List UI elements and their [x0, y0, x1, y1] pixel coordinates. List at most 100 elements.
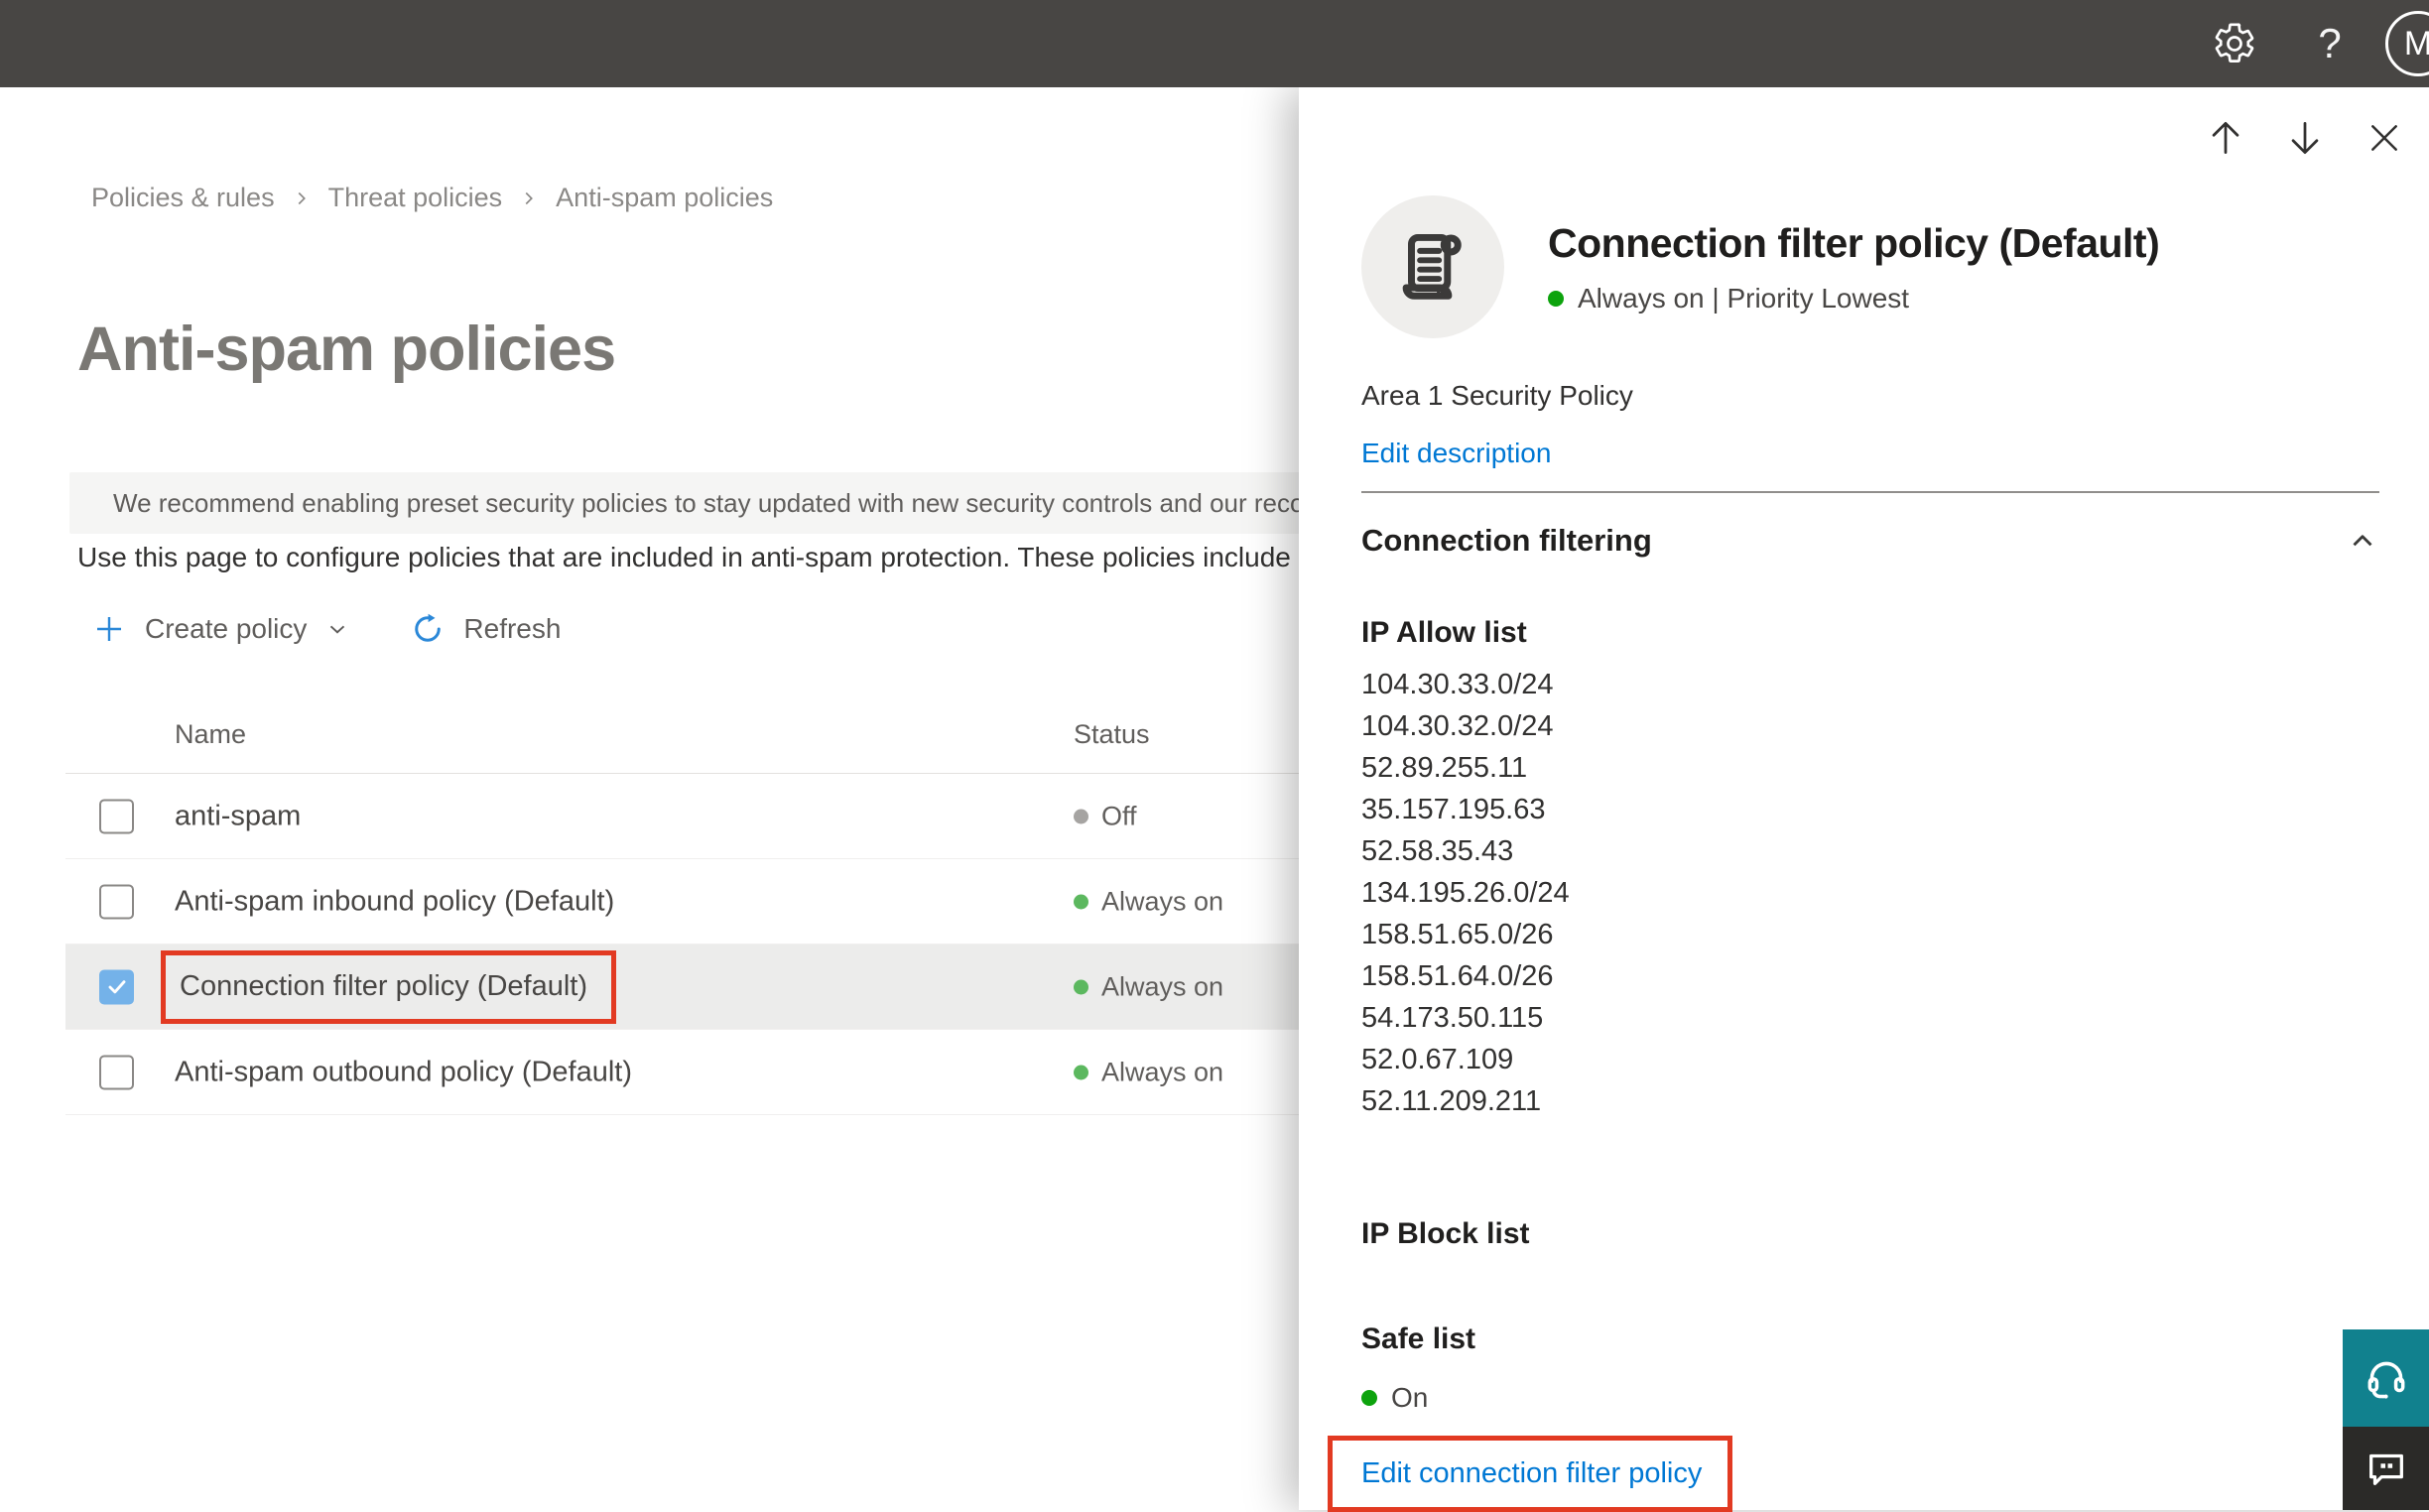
ip-entry: 158.51.65.0/26	[1361, 919, 1554, 950]
edit-description-link[interactable]: Edit description	[1361, 438, 1551, 469]
policy-name[interactable]: Connection filter policy (Default)	[180, 970, 587, 1003]
status-dot-on	[1074, 1065, 1088, 1079]
panel-status-line: Always on | Priority Lowest	[1548, 283, 2159, 315]
create-policy-button[interactable]: Create policy	[91, 611, 350, 647]
panel-title: Connection filter policy (Default)	[1548, 219, 2160, 266]
status-dot-on	[1074, 894, 1088, 909]
ip-entry: 52.0.67.109	[1361, 1044, 1514, 1075]
settings-button[interactable]	[2195, 0, 2274, 87]
help-icon: ?	[2318, 20, 2342, 66]
table-row[interactable]: anti-spam Off	[65, 774, 1310, 859]
policy-name[interactable]: Anti-spam inbound policy (Default)	[175, 885, 614, 918]
plus-icon	[97, 617, 121, 641]
close-icon	[2371, 125, 2397, 151]
annotation-box-row: Connection filter policy (Default)	[161, 949, 617, 1024]
arrow-up-icon	[2212, 121, 2239, 155]
chevron-right-icon	[291, 188, 313, 209]
recommendation-banner: We recommend enabling preset security po…	[69, 472, 1322, 534]
row-checkbox-checked[interactable]	[99, 969, 134, 1004]
table-row[interactable]: Anti-spam inbound policy (Default) Alway…	[65, 859, 1310, 945]
ip-entry: 35.157.195.63	[1361, 794, 1546, 825]
column-header-status[interactable]: Status	[1074, 694, 1150, 774]
ip-entry: 52.11.209.211	[1361, 1085, 1542, 1117]
create-policy-label: Create policy	[145, 613, 308, 644]
safe-list-status: On	[1361, 1382, 2379, 1414]
section-title: Connection filtering	[1361, 523, 1652, 558]
ip-block-list-heading: IP Block list	[1361, 1217, 1530, 1250]
screen: ? M Policies & rules Threat policies Ant…	[0, 0, 2429, 1512]
side-buttons	[2343, 1329, 2429, 1510]
column-header-name[interactable]: Name	[175, 694, 246, 774]
status-cell: Always on	[1074, 886, 1223, 917]
next-item-button[interactable]	[2282, 115, 2328, 161]
ip-entry: 52.58.35.43	[1361, 835, 1514, 867]
annotation-box-link: Edit connection filter policy	[1328, 1436, 1733, 1512]
ip-entry: 52.89.255.11	[1361, 752, 1528, 784]
scroll-icon	[1402, 233, 1462, 300]
ip-allow-list-heading: IP Allow list	[1361, 616, 1527, 649]
ip-allow-list: 104.30.33.0/24 104.30.32.0/24 52.89.255.11…	[1361, 664, 2379, 1122]
safe-list-heading: Safe list	[1361, 1323, 1476, 1355]
page-title: Anti-spam policies	[77, 315, 616, 384]
ip-entry: 158.51.64.0/26	[1361, 960, 1554, 992]
refresh-label: Refresh	[463, 613, 562, 644]
chevron-right-icon	[518, 188, 540, 209]
refresh-button[interactable]: Refresh	[410, 611, 561, 647]
refresh-icon	[415, 613, 442, 642]
chat-bubble-icon	[2368, 1453, 2403, 1485]
status-cell: Always on	[1074, 1057, 1223, 1087]
breadcrumb-item-threat-policies[interactable]: Threat policies	[328, 183, 503, 213]
status-cell: Off	[1074, 801, 1137, 831]
policy-table: Name Status anti-spam Off Anti-spam inbo…	[65, 694, 1310, 1115]
breadcrumb: Policies & rules Threat policies Anti-sp…	[91, 183, 773, 213]
section-connection-filtering[interactable]: Connection filtering	[1361, 523, 2379, 559]
status-dot-on	[1361, 1390, 1377, 1406]
row-checkbox[interactable]	[99, 884, 134, 919]
close-panel-button[interactable]	[2362, 115, 2407, 161]
divider	[1361, 491, 2379, 493]
status-text: Always on	[1101, 1057, 1224, 1086]
gear-icon	[2215, 23, 2254, 63]
support-button[interactable]	[2343, 1329, 2429, 1427]
status-dot-on	[1074, 979, 1088, 994]
ip-entry: 104.30.33.0/24	[1361, 669, 1554, 700]
row-checkbox[interactable]	[99, 1055, 134, 1089]
policy-name[interactable]: anti-spam	[175, 800, 301, 832]
status-text: Always on	[1101, 886, 1224, 916]
panel-header-text: Connection filter policy (Default) Alway…	[1548, 219, 2160, 315]
page-description: Use this page to configure policies that…	[77, 542, 1291, 572]
status-text: Off	[1101, 801, 1137, 830]
arrow-down-icon	[2291, 121, 2319, 155]
status-text: Always on	[1101, 971, 1224, 1001]
ip-entry: 134.195.26.0/24	[1361, 877, 1570, 909]
checkmark-icon	[108, 980, 125, 994]
chevron-down-icon	[330, 625, 345, 634]
feedback-button[interactable]	[2343, 1427, 2429, 1510]
ip-entry: 54.173.50.115	[1361, 1002, 1544, 1034]
row-checkbox[interactable]	[99, 799, 134, 833]
avatar-initial: M	[2403, 24, 2429, 63]
panel-nav	[2203, 115, 2407, 161]
status-dot-off	[1074, 809, 1088, 823]
topbar: ? M	[0, 0, 2429, 87]
safe-list-value: On	[1391, 1382, 1429, 1413]
table-header: Name Status	[65, 694, 1310, 774]
previous-item-button[interactable]	[2203, 115, 2248, 161]
help-button[interactable]: ?	[2290, 0, 2369, 87]
panel-status-text: Always on | Priority Lowest	[1578, 282, 1910, 314]
policy-icon	[1361, 195, 1504, 338]
breadcrumb-item-anti-spam-policies: Anti-spam policies	[556, 183, 774, 212]
policy-name[interactable]: Anti-spam outbound policy (Default)	[175, 1056, 632, 1088]
edit-connection-filter-policy-link[interactable]: Edit connection filter policy	[1361, 1457, 1702, 1490]
avatar[interactable]: M	[2385, 11, 2429, 76]
headset-icon	[2367, 1361, 2404, 1399]
status-dot-on	[1548, 290, 1564, 307]
table-row[interactable]: Anti-spam outbound policy (Default) Alwa…	[65, 1030, 1310, 1115]
ip-entry: 104.30.32.0/24	[1361, 710, 1554, 742]
details-panel: Connection filter policy (Default) Alway…	[1299, 87, 2429, 1512]
table-row-selected[interactable]: Connection filter policy (Default) Alway…	[65, 945, 1310, 1030]
status-cell: Always on	[1074, 971, 1223, 1002]
breadcrumb-item-policies-rules[interactable]: Policies & rules	[91, 183, 275, 213]
policy-description: Area 1 Security Policy	[1361, 380, 1633, 411]
toolbar: Create policy Refresh	[91, 611, 561, 647]
